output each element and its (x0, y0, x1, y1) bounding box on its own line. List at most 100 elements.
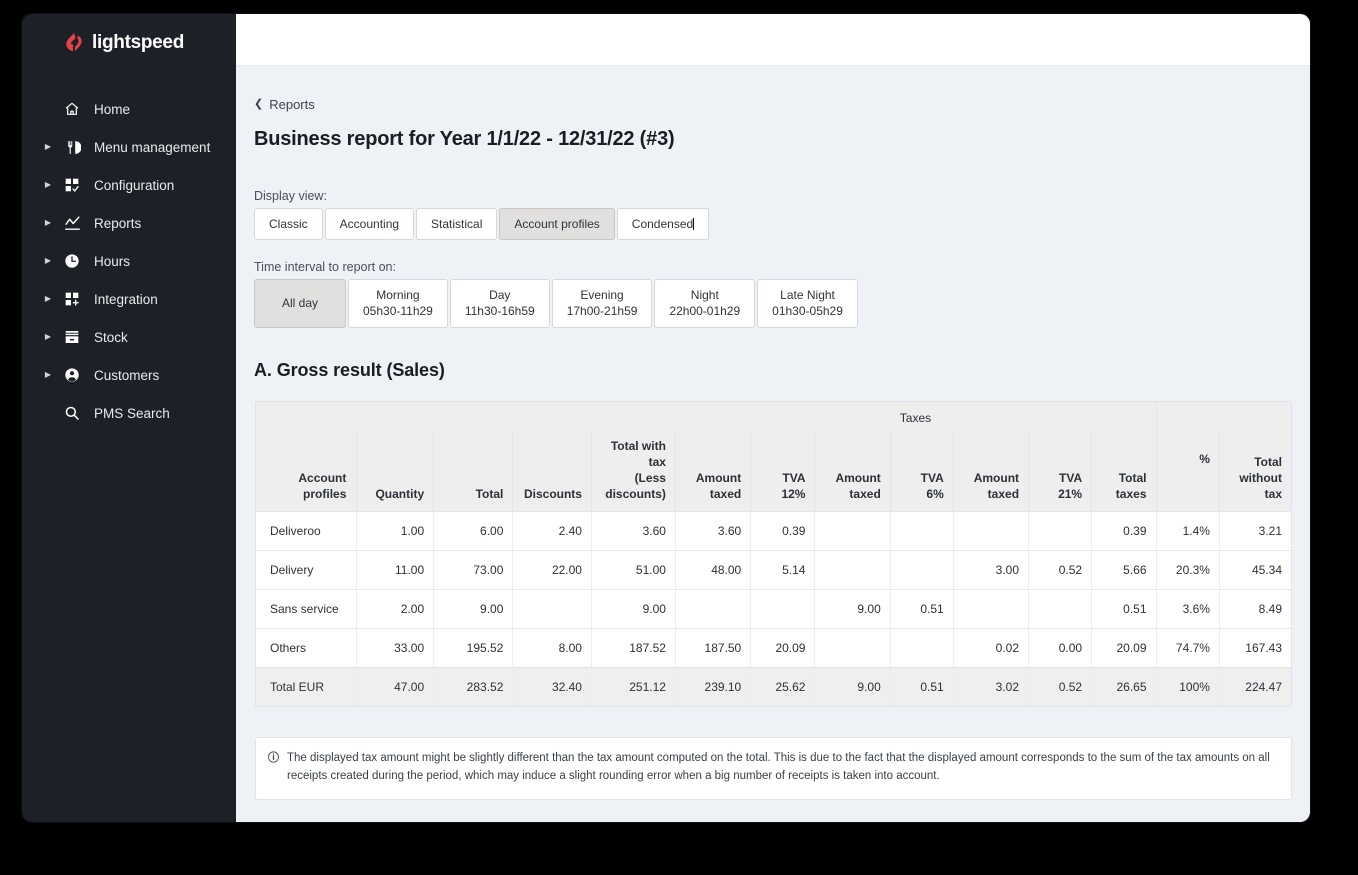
display-view-classic[interactable]: Classic (254, 208, 323, 241)
sidebar-item-customers[interactable]: ▶ Customers (22, 356, 236, 394)
display-view-accounting[interactable]: Accounting (324, 208, 415, 241)
sidebar-item-home[interactable]: ▶ Home (22, 90, 236, 128)
col-total-with-tax[interactable]: Total with tax (Less discounts) (591, 429, 676, 511)
table-cell: 0.52 (1028, 666, 1093, 706)
sidebar-nav: ▶ Home ▶ Menu management (22, 90, 236, 432)
table-cell: 3.6% (1156, 588, 1220, 628)
table-cell: 3.21 (1219, 510, 1291, 550)
col-discounts[interactable]: Discounts (512, 429, 592, 511)
table-cell (953, 510, 1030, 550)
table-cell (814, 627, 891, 667)
brand-logo[interactable]: lightspeed (22, 14, 236, 70)
info-note: ⓘ The displayed tax amount might be slig… (255, 737, 1292, 800)
interval-night[interactable]: Night 22h00-01h29 (654, 279, 756, 328)
col-account-profiles[interactable]: Account profiles (256, 429, 358, 511)
interval-evening[interactable]: Evening 17h00-21h59 (551, 279, 653, 328)
table-cell: 9.00 (814, 588, 891, 628)
table-cell: 187.50 (675, 627, 752, 667)
display-view-label: Display view: (254, 189, 327, 203)
sidebar-item-integration[interactable]: ▶ Integration (22, 280, 236, 318)
table-cell: 9.00 (433, 588, 514, 628)
brand-name: lightspeed (92, 31, 185, 53)
display-view-account-profiles[interactable]: Account profiles (499, 208, 615, 241)
home-icon (62, 101, 82, 117)
expand-caret-icon[interactable]: ▶ (42, 143, 54, 151)
main-area: ❮ Reports Business report for Year 1/1/2… (236, 14, 1310, 822)
breadcrumb[interactable]: ❮ Reports (254, 97, 315, 112)
sidebar-item-label: Configuration (94, 177, 175, 193)
menu-icon (62, 139, 82, 156)
sidebar-item-pms-search[interactable]: ▶ PMS Search (22, 394, 236, 432)
table-cell: 48.00 (675, 549, 752, 589)
sidebar-item-configuration[interactable]: ▶ Configuration (22, 166, 236, 204)
sidebar-item-hours[interactable]: ▶ Hours (22, 242, 236, 280)
table-cell: 45.34 (1219, 549, 1291, 589)
expand-caret-icon[interactable]: ▶ (42, 371, 54, 379)
table-cell: 2.40 (512, 510, 592, 550)
table-total-row: Total EUR 47.00 283.52 32.40 251.12 239.10 25.… (256, 666, 1291, 706)
interval-morning[interactable]: Morning 05h30-11h29 (348, 279, 448, 328)
table-cell: 20.09 (750, 627, 816, 667)
sidebar: lightspeed ▶ Home ▶ (22, 14, 236, 822)
table-row: Deliveroo 1.00 6.00 2.40 3.60 3.60 0.39 0.39 1.4… (256, 510, 1291, 550)
interval-range: 17h00-21h59 (566, 304, 638, 319)
col-amount-taxed-12[interactable]: Amount taxed (675, 429, 752, 511)
interval-all-day[interactable]: All day (254, 279, 346, 328)
table-cell: 0.52 (1028, 549, 1093, 589)
table-cell: 47.00 (356, 666, 435, 706)
col-tva-6[interactable]: TVA 6% (890, 429, 954, 511)
table-cell: 8.49 (1219, 588, 1291, 628)
col-total[interactable]: Total (433, 429, 514, 511)
table-cell (1028, 588, 1093, 628)
sidebar-item-reports[interactable]: ▶ Reports (22, 204, 236, 242)
table-cell: 11.00 (356, 549, 435, 589)
top-bar (236, 14, 1310, 66)
expand-caret-icon[interactable]: ▶ (42, 333, 54, 341)
col-tva-21[interactable]: TVA 21% (1028, 429, 1093, 511)
interval-name: All day (281, 296, 319, 311)
sidebar-item-stock[interactable]: ▶ Stock (22, 318, 236, 356)
table-cell: 51.00 (591, 549, 676, 589)
table-cell: 3.60 (675, 510, 752, 550)
app-window: lightspeed ▶ Home ▶ (22, 14, 1310, 822)
interval-late-night[interactable]: Late Night 01h30-05h29 (757, 279, 858, 328)
col-total-taxes[interactable]: Total taxes (1091, 429, 1157, 511)
expand-caret-icon[interactable]: ▶ (42, 295, 54, 303)
expand-caret-icon[interactable]: ▶ (42, 257, 54, 265)
col-quantity[interactable]: Quantity (356, 429, 435, 511)
table-cell: 0.39 (750, 510, 816, 550)
expand-caret-icon[interactable]: ▶ (42, 181, 54, 189)
expand-caret-icon[interactable]: ▶ (42, 219, 54, 227)
display-view-condensed-label: Condensed (631, 217, 694, 231)
table-cell: 3.60 (591, 510, 676, 550)
table-cell (675, 588, 752, 628)
table-cell: 25.62 (750, 666, 816, 706)
time-interval-label: Time interval to report on: (254, 260, 396, 275)
sidebar-item-menu-management[interactable]: ▶ Menu management (22, 128, 236, 166)
display-view-condensed[interactable]: Condensed (616, 208, 710, 241)
integration-icon (62, 291, 82, 307)
table-cell: 0.00 (1028, 627, 1093, 667)
col-amount-taxed-21[interactable]: Amount taxed (953, 429, 1030, 511)
col-percent[interactable]: % (1156, 429, 1220, 511)
sidebar-item-label: Integration (94, 291, 158, 307)
table-cell (814, 510, 891, 550)
group-blank (356, 401, 434, 430)
display-view-statistical[interactable]: Statistical (416, 208, 498, 241)
table-cell: 26.65 (1091, 666, 1157, 706)
col-tva-12[interactable]: TVA 12% (750, 429, 816, 511)
table-cell (814, 549, 891, 589)
interval-name: Night (690, 288, 719, 303)
table-cell: 0.51 (890, 666, 954, 706)
col-total-without-tax[interactable]: Total without tax (1219, 429, 1291, 511)
table-cell: 9.00 (814, 666, 891, 706)
col-amount-taxed-6[interactable]: Amount taxed (814, 429, 891, 511)
group-blank (256, 401, 357, 430)
interval-day[interactable]: Day 11h30-16h59 (449, 279, 550, 328)
sidebar-item-label: Menu management (94, 139, 211, 155)
table-cell: 20.09 (1091, 627, 1157, 667)
table-cell (512, 588, 592, 628)
group-blank (433, 401, 513, 430)
table-row: Others 33.00 195.52 8.00 187.52 187.50 20.09 0.… (256, 627, 1291, 667)
interval-name: Day (489, 288, 511, 303)
